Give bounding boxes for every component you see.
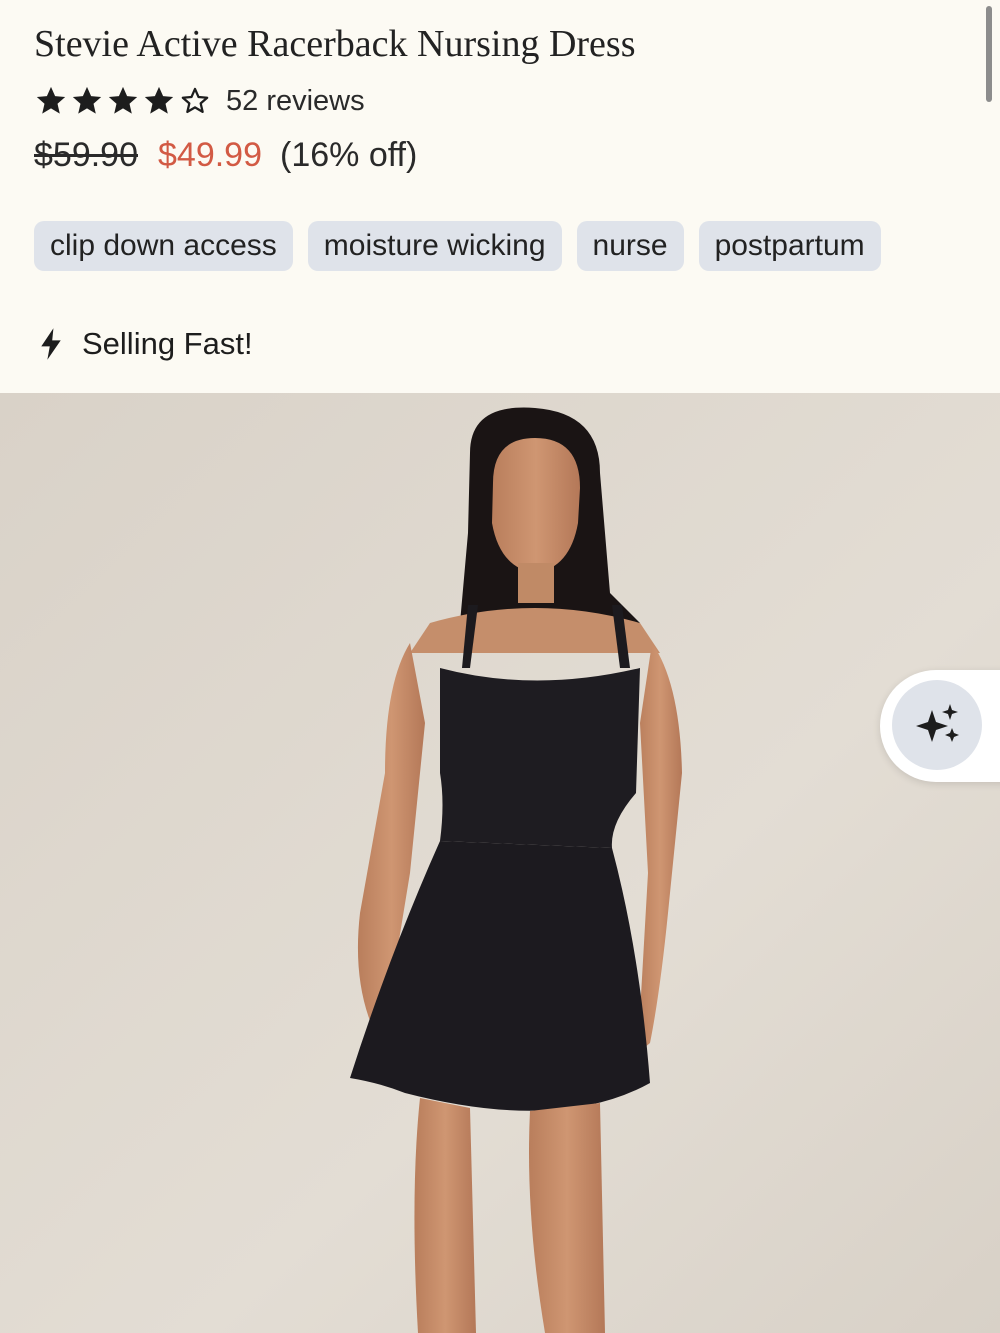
lightning-bolt-icon	[41, 328, 61, 360]
scrollbar[interactable]	[986, 6, 992, 102]
model-image	[0, 393, 1000, 1333]
price-row: $59.90 $49.99 (16% off)	[34, 136, 417, 175]
product-header: Stevie Active Racerback Nursing Dress 52…	[0, 0, 1000, 393]
sale-price: $49.99	[158, 136, 262, 174]
selling-fast-badge: Selling Fast!	[38, 326, 253, 362]
star-empty-icon	[181, 87, 209, 114]
product-rating[interactable]: 52 reviews	[34, 84, 365, 118]
tag-postpartum[interactable]: postpartum	[698, 221, 881, 271]
star-rating	[34, 84, 212, 118]
original-price: $59.90	[34, 136, 138, 174]
tag-moisture-wicking[interactable]: moisture wicking	[307, 221, 562, 271]
product-photo[interactable]	[0, 393, 1000, 1333]
tag-nurse[interactable]: nurse	[576, 221, 684, 271]
review-count-link[interactable]: 52 reviews	[226, 85, 365, 118]
ai-button-circle	[892, 680, 982, 770]
feature-tags: clip down access moisture wicking nurse …	[34, 221, 881, 271]
sparkles-icon	[916, 704, 959, 742]
ai-assistant-button[interactable]	[880, 670, 1000, 782]
star-filled-icon	[144, 86, 174, 114]
star-filled-icon	[108, 86, 138, 114]
star-filled-icon	[72, 86, 102, 114]
selling-fast-label: Selling Fast!	[82, 326, 253, 361]
tag-clip-down-access[interactable]: clip down access	[34, 221, 293, 271]
star-filled-icon	[36, 86, 66, 114]
discount-label: (16% off)	[280, 136, 418, 174]
product-title: Stevie Active Racerback Nursing Dress	[34, 23, 636, 65]
